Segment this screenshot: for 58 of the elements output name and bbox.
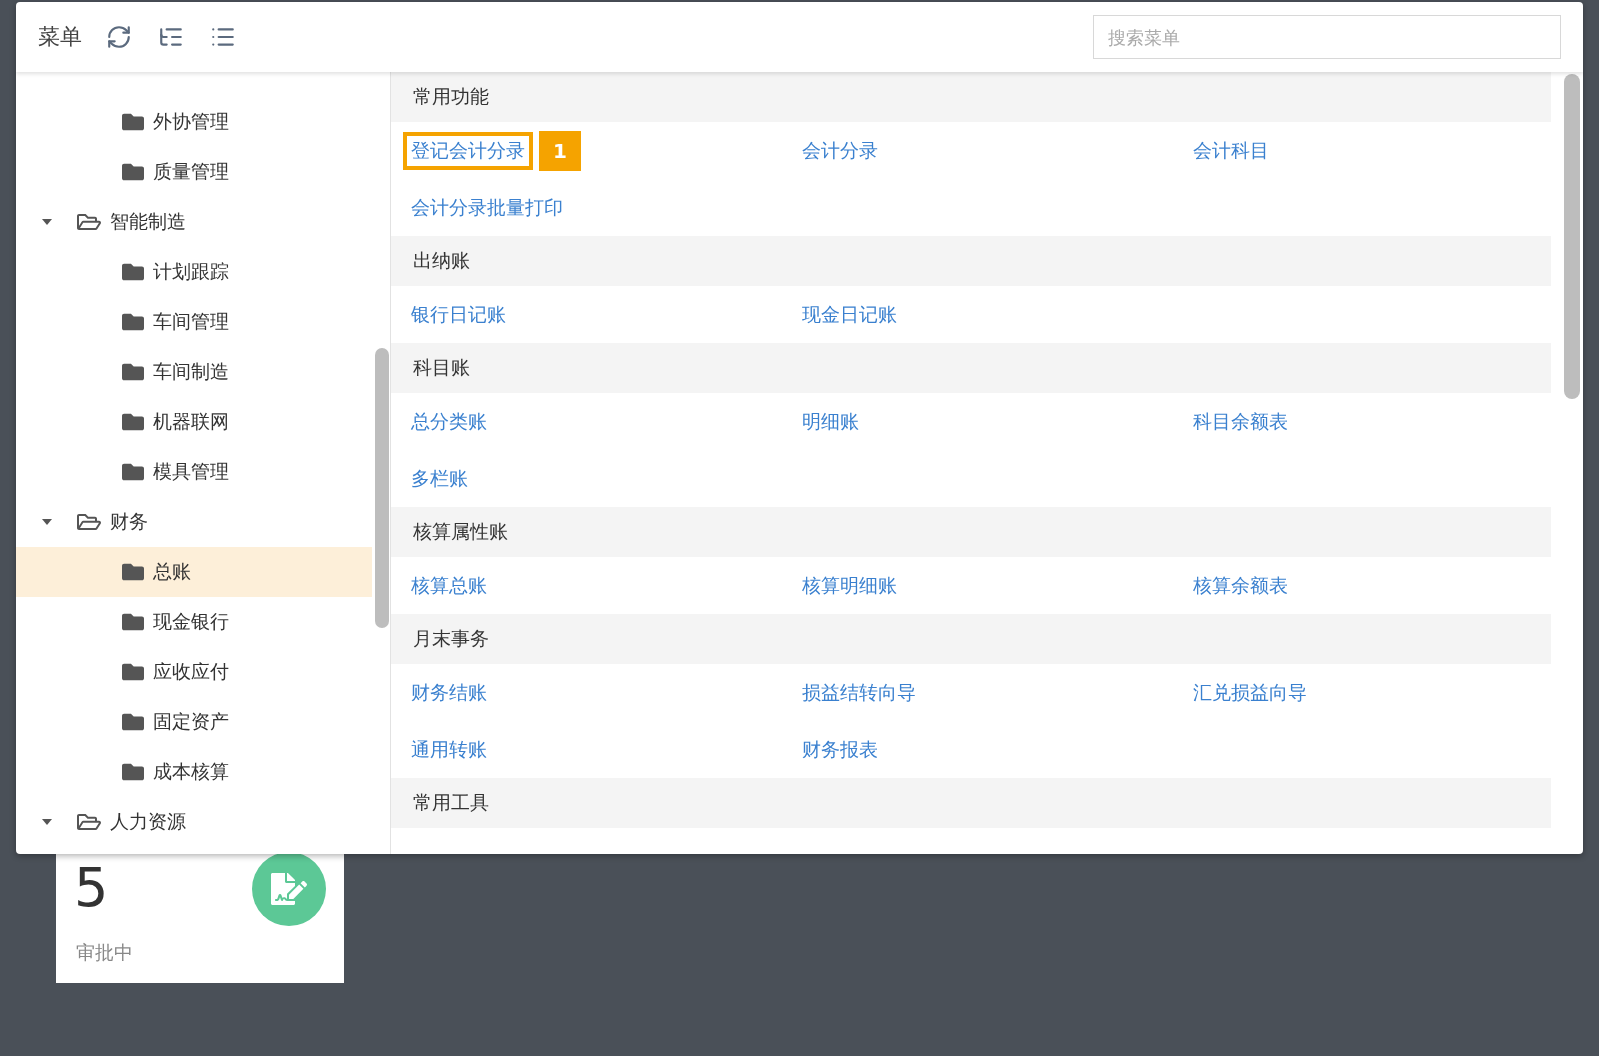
step-badge: 1 [539,130,581,171]
section-header: 月末事务 [391,614,1551,664]
scrollbar[interactable] [375,348,389,628]
tree-item[interactable]: 现金银行 [16,597,372,647]
section-header: 常用功能 [391,72,1551,122]
section-header: 常用工具 [391,778,1551,828]
folder-icon [122,261,144,283]
tree-item[interactable]: 车间制造 [16,347,372,397]
menu-link[interactable]: 总分类账 [403,402,495,441]
section-header: 核算属性账 [391,507,1551,557]
folder-icon [122,611,144,633]
stat-value: 5 [74,856,109,919]
menu-link[interactable]: 登记会计分录 [403,131,533,170]
tree-item[interactable]: 智能制造 [16,197,372,247]
menu-link[interactable]: 核算明细账 [794,566,905,605]
tree-item[interactable]: 计划跟踪 [16,247,372,297]
search-field[interactable]: 搜索菜单 [1093,15,1561,59]
tree-item[interactable]: 成本核算 [16,747,372,797]
menu-link[interactable]: 会计科目 [1185,131,1277,170]
menu-link[interactable]: 损益结转向导 [794,673,924,712]
folder-icon [122,761,144,783]
stat-label: 审批中 [76,940,133,965]
menu-link[interactable]: 会计分录批量打印 [403,188,571,227]
section-header: 科目账 [391,343,1551,393]
folder-icon [122,661,144,683]
folder-icon [122,711,144,733]
folder-icon [122,111,144,133]
tree-item[interactable]: 总账 [16,547,372,597]
folder-icon [122,311,144,333]
menu-link[interactable]: 现金日记账 [794,295,905,334]
tree-item[interactable]: 模具管理 [16,447,372,497]
menu-title: 菜单 [38,23,82,51]
tree-item[interactable]: 质量管理 [16,147,372,197]
menu-link[interactable]: 多栏账 [403,459,476,498]
menu-link[interactable]: 核算余额表 [1185,566,1296,605]
menu-link[interactable]: 财务结账 [403,673,495,712]
tree-item[interactable]: 财务 [16,497,372,547]
menu-link[interactable]: 核算总账 [403,566,495,605]
tree-item[interactable]: 外协管理 [16,97,372,147]
scrollbar[interactable] [1564,74,1580,399]
menu-link[interactable]: 通用转账 [403,730,495,769]
tree-item[interactable]: 固定资产 [16,697,372,747]
menu-link[interactable]: 财务报表 [794,730,886,769]
folder-icon [122,461,144,483]
menu-link[interactable]: 汇兑损益向导 [1185,673,1315,712]
menu-link[interactable]: 科目余额表 [1185,402,1296,441]
folder-icon [122,161,144,183]
menu-link[interactable]: 明细账 [794,402,867,441]
tree-item[interactable]: 人力资源 [16,797,372,847]
menu-link[interactable]: 银行日记账 [403,295,514,334]
tree-item[interactable]: 机器联网 [16,397,372,447]
section-header: 出纳账 [391,236,1551,286]
folder-icon [122,411,144,433]
folder-icon [122,561,144,583]
tree-item[interactable]: 车间管理 [16,297,372,347]
tree-item[interactable]: 应收应付 [16,647,372,697]
folder-icon [122,361,144,383]
menu-link[interactable]: 会计分录 [794,131,886,170]
